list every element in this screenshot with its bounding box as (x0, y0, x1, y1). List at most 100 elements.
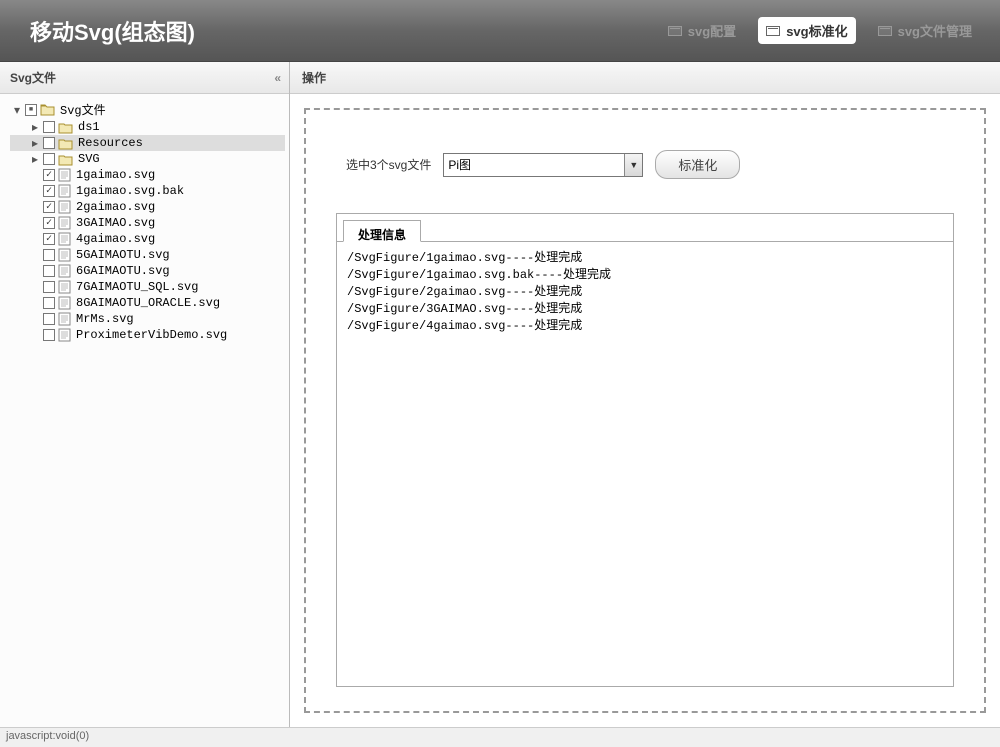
folder-icon (58, 153, 73, 166)
tree-node-8[interactable]: 4gaimao.svg (10, 231, 285, 247)
tree-checkbox[interactable] (43, 329, 55, 341)
tree-node-11[interactable]: 7GAIMAOTU_SQL.svg (10, 279, 285, 295)
header-tab-label: svg配置 (688, 21, 736, 40)
file-icon (58, 232, 71, 246)
collapse-icon[interactable]: « (274, 71, 279, 85)
tree-checkbox[interactable] (43, 137, 55, 149)
tree-checkbox[interactable] (43, 313, 55, 325)
header-tab-2[interactable]: svg文件管理 (870, 17, 980, 44)
tree-node-label: 1gaimao.svg.bak (74, 184, 184, 198)
file-icon (58, 216, 71, 230)
header-tab-1[interactable]: svg标准化 (758, 17, 855, 44)
sidebar-title: Svg文件 (10, 69, 56, 86)
tree-checkbox[interactable] (43, 185, 55, 197)
tree-node-label: 7GAIMAOTU_SQL.svg (74, 280, 198, 294)
content-body: 选中3个svg文件 Pi图 标准化 处理信息 /SvgFigure/1gaima… (290, 94, 1000, 727)
file-icon (58, 248, 71, 262)
window-icon (878, 26, 892, 36)
log-line: /SvgFigure/1gaimao.svg.bak----处理完成 (347, 267, 943, 284)
tree-node-6[interactable]: 2gaimao.svg (10, 199, 285, 215)
tree-node-3[interactable]: ▸ SVG (10, 151, 285, 167)
tree-checkbox[interactable] (43, 153, 55, 165)
tree-node-label: ProximeterVibDemo.svg (74, 328, 227, 342)
normalize-button[interactable]: 标准化 (655, 150, 740, 179)
tree-checkbox[interactable] (25, 104, 37, 116)
expander-icon[interactable]: ▸ (30, 136, 40, 150)
header-tab-0[interactable]: svg配置 (660, 17, 744, 44)
tree-node-12[interactable]: 8GAIMAOTU_ORACLE.svg (10, 295, 285, 311)
log-line: /SvgFigure/4gaimao.svg----处理完成 (347, 318, 943, 335)
file-icon (58, 328, 71, 342)
tree-node-label: MrMs.svg (74, 312, 134, 326)
type-select-wrap: Pi图 (443, 153, 643, 177)
expander-icon[interactable]: ▸ (30, 152, 40, 166)
tree-node-label: 8GAIMAOTU_ORACLE.svg (74, 296, 220, 310)
log-line: /SvgFigure/1gaimao.svg----处理完成 (347, 250, 943, 267)
statusbar-text: javascript:void(0) (6, 730, 89, 742)
tree-node-label: 6GAIMAOTU.svg (74, 264, 170, 278)
file-icon (58, 280, 71, 294)
tree-node-7[interactable]: 3GAIMAO.svg (10, 215, 285, 231)
window-icon (766, 26, 780, 36)
tree-checkbox[interactable] (43, 265, 55, 277)
tree-node-label: 4gaimao.svg (74, 232, 155, 246)
info-tabs: 处理信息 (337, 214, 953, 242)
log-line: /SvgFigure/3GAIMAO.svg----处理完成 (347, 301, 943, 318)
header-tabs: svg配置 svg标准化 svg文件管理 (660, 17, 980, 44)
tree-node-label: Resources (76, 136, 143, 150)
header-tab-label: svg标准化 (786, 21, 847, 40)
info-box: 处理信息 /SvgFigure/1gaimao.svg----处理完成/SvgF… (336, 213, 954, 687)
tree-node-2[interactable]: ▸ Resources (10, 135, 285, 151)
tree-checkbox[interactable] (43, 217, 55, 229)
tree-node-14[interactable]: ProximeterVibDemo.svg (10, 327, 285, 343)
type-select[interactable]: Pi图 (443, 153, 643, 177)
select-label: 选中3个svg文件 (346, 156, 431, 173)
tree-node-label: 5GAIMAOTU.svg (74, 248, 170, 262)
app-header: 移动Svg(组态图) svg配置 svg标准化 svg文件管理 (0, 0, 1000, 62)
tree-node-13[interactable]: MrMs.svg (10, 311, 285, 327)
tree-node-5[interactable]: 1gaimao.svg.bak (10, 183, 285, 199)
expander-icon[interactable]: ▸ (30, 120, 40, 134)
sidebar-header: Svg文件 « (0, 62, 289, 94)
statusbar: javascript:void(0) (0, 727, 1000, 747)
file-icon (58, 200, 71, 214)
tree-node-label: 1gaimao.svg (74, 168, 155, 182)
tree-node-4[interactable]: 1gaimao.svg (10, 167, 285, 183)
tree-node-0[interactable]: ▾ Svg文件 (10, 100, 285, 119)
file-icon (58, 296, 71, 310)
tree-node-label: 2gaimao.svg (74, 200, 155, 214)
tree-checkbox[interactable] (43, 121, 55, 133)
tree-node-label: Svg文件 (58, 101, 106, 118)
tree-checkbox[interactable] (43, 249, 55, 261)
form-row: 选中3个svg文件 Pi图 标准化 (336, 150, 954, 179)
folder-icon (40, 103, 55, 116)
folder-icon (58, 137, 73, 150)
tree-node-1[interactable]: ▸ ds1 (10, 119, 285, 135)
app-title: 移动Svg(组态图) (30, 15, 660, 47)
content-title: 操作 (290, 62, 1000, 94)
tree-checkbox[interactable] (43, 201, 55, 213)
main-area: Svg文件 « ▾ Svg文件 ▸ ds1 ▸ Resources ▸ SVG 1gaimao.… (0, 62, 1000, 727)
dashed-panel: 选中3个svg文件 Pi图 标准化 处理信息 /SvgFigure/1gaima… (304, 108, 986, 713)
tree-node-label: ds1 (76, 120, 100, 134)
tree-node-10[interactable]: 6GAIMAOTU.svg (10, 263, 285, 279)
folder-icon (58, 121, 73, 134)
file-tree: ▾ Svg文件 ▸ ds1 ▸ Resources ▸ SVG 1gaimao.svg 1gaim… (0, 94, 289, 727)
file-icon (58, 312, 71, 326)
tree-checkbox[interactable] (43, 297, 55, 309)
tree-node-9[interactable]: 5GAIMAOTU.svg (10, 247, 285, 263)
log-output: /SvgFigure/1gaimao.svg----处理完成/SvgFigure… (337, 242, 953, 686)
file-icon (58, 264, 71, 278)
window-icon (668, 26, 682, 36)
log-line: /SvgFigure/2gaimao.svg----处理完成 (347, 284, 943, 301)
content-panel: 操作 选中3个svg文件 Pi图 标准化 处理信息 (290, 62, 1000, 727)
info-tab-processing[interactable]: 处理信息 (343, 220, 421, 242)
tree-node-label: 3GAIMAO.svg (74, 216, 155, 230)
tree-checkbox[interactable] (43, 169, 55, 181)
tree-checkbox[interactable] (43, 233, 55, 245)
expander-icon[interactable]: ▾ (12, 103, 22, 117)
tree-node-label: SVG (76, 152, 100, 166)
file-icon (58, 184, 71, 198)
tree-checkbox[interactable] (43, 281, 55, 293)
header-tab-label: svg文件管理 (898, 21, 972, 40)
